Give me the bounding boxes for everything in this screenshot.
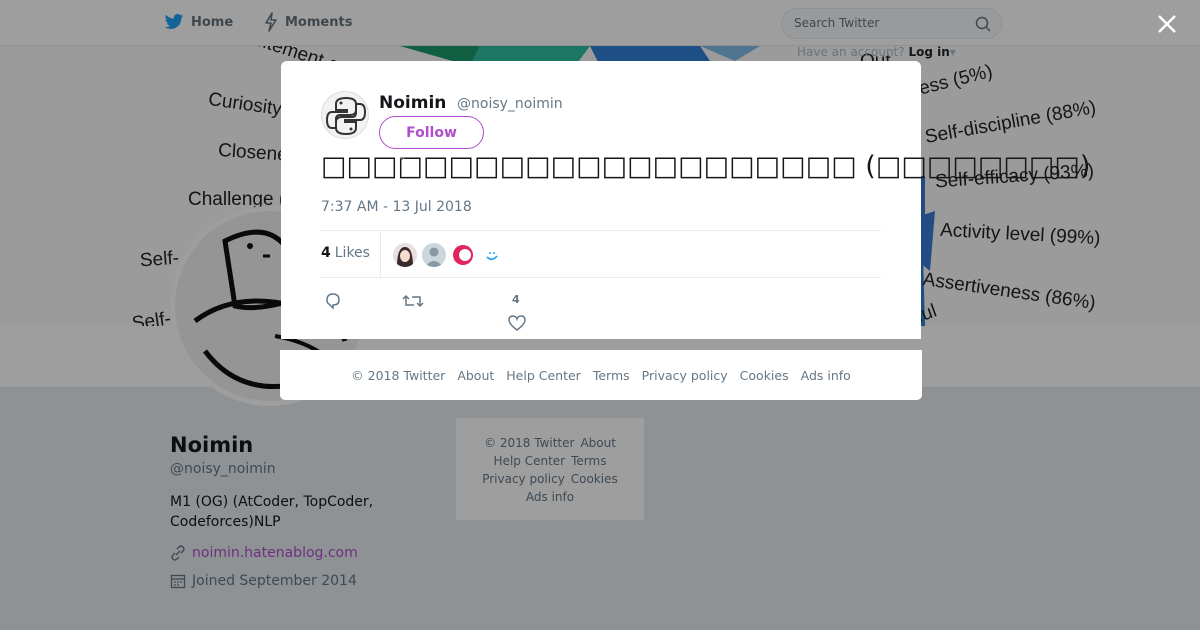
footer-privacy-link[interactable]: Privacy policy [642,368,728,383]
login-link[interactable]: Log in [908,45,949,59]
footer-terms-link[interactable]: Terms [593,368,630,383]
like-action-count: 4 [512,293,520,306]
close-icon[interactable] [1155,12,1179,36]
footer-cookies-link[interactable]: Cookies [740,368,789,383]
tweet-author-handle[interactable]: @noisy_noimin [457,96,563,112]
likes-stat[interactable]: 4 Likes [321,245,370,261]
tweet-timestamp[interactable]: 7:37 AM - 13 Jul 2018 [321,199,472,215]
footer-copyright: © 2018 Twitter [351,367,446,383]
tweet-stats: 4 Likes [321,230,881,278]
liker-avatar-image [451,243,475,267]
footer-ads-link[interactable]: Ads info [801,368,851,383]
liker-avatar[interactable] [393,243,417,267]
heart-icon[interactable] [507,314,527,332]
retweet-icon[interactable] [402,291,424,311]
have-account-text: Have an account? [797,45,905,59]
default-avatar-icon [422,243,446,267]
likes-label: Likes [334,245,370,261]
tweet-text: □□□□□□□□□□□□□□□□□□□□□ (□□□□□□□□) [321,151,1091,182]
tweet-modal: Noimin @noisy_noimin Follow □□□□□□□□□□□□… [281,61,1090,339]
tweet-author-name[interactable]: Noimin [379,93,446,113]
modal-footer: © 2018 Twitter About Help Center Terms P… [280,350,922,400]
footer-about-link[interactable]: About [457,368,494,383]
login-prompt: Have an account? Log in▾ [797,45,956,59]
follow-button[interactable]: Follow [379,116,484,149]
python-logo-icon [325,96,367,136]
stat-divider [380,231,381,278]
caret-down-icon[interactable]: ⌄ [398,152,406,163]
liker-avatar[interactable] [451,243,475,267]
tweet-actions: 4 [321,287,881,333]
footer-help-link[interactable]: Help Center [506,368,581,383]
likes-count: 4 [321,245,331,261]
caret-down-icon[interactable]: ▾ [950,45,956,59]
liker-avatar-image [480,243,504,267]
liker-avatar[interactable] [480,243,504,267]
reply-icon[interactable] [323,291,343,311]
tweet-author-avatar[interactable] [321,91,369,139]
liker-avatar[interactable] [422,243,446,267]
liker-avatar-image [393,243,417,267]
